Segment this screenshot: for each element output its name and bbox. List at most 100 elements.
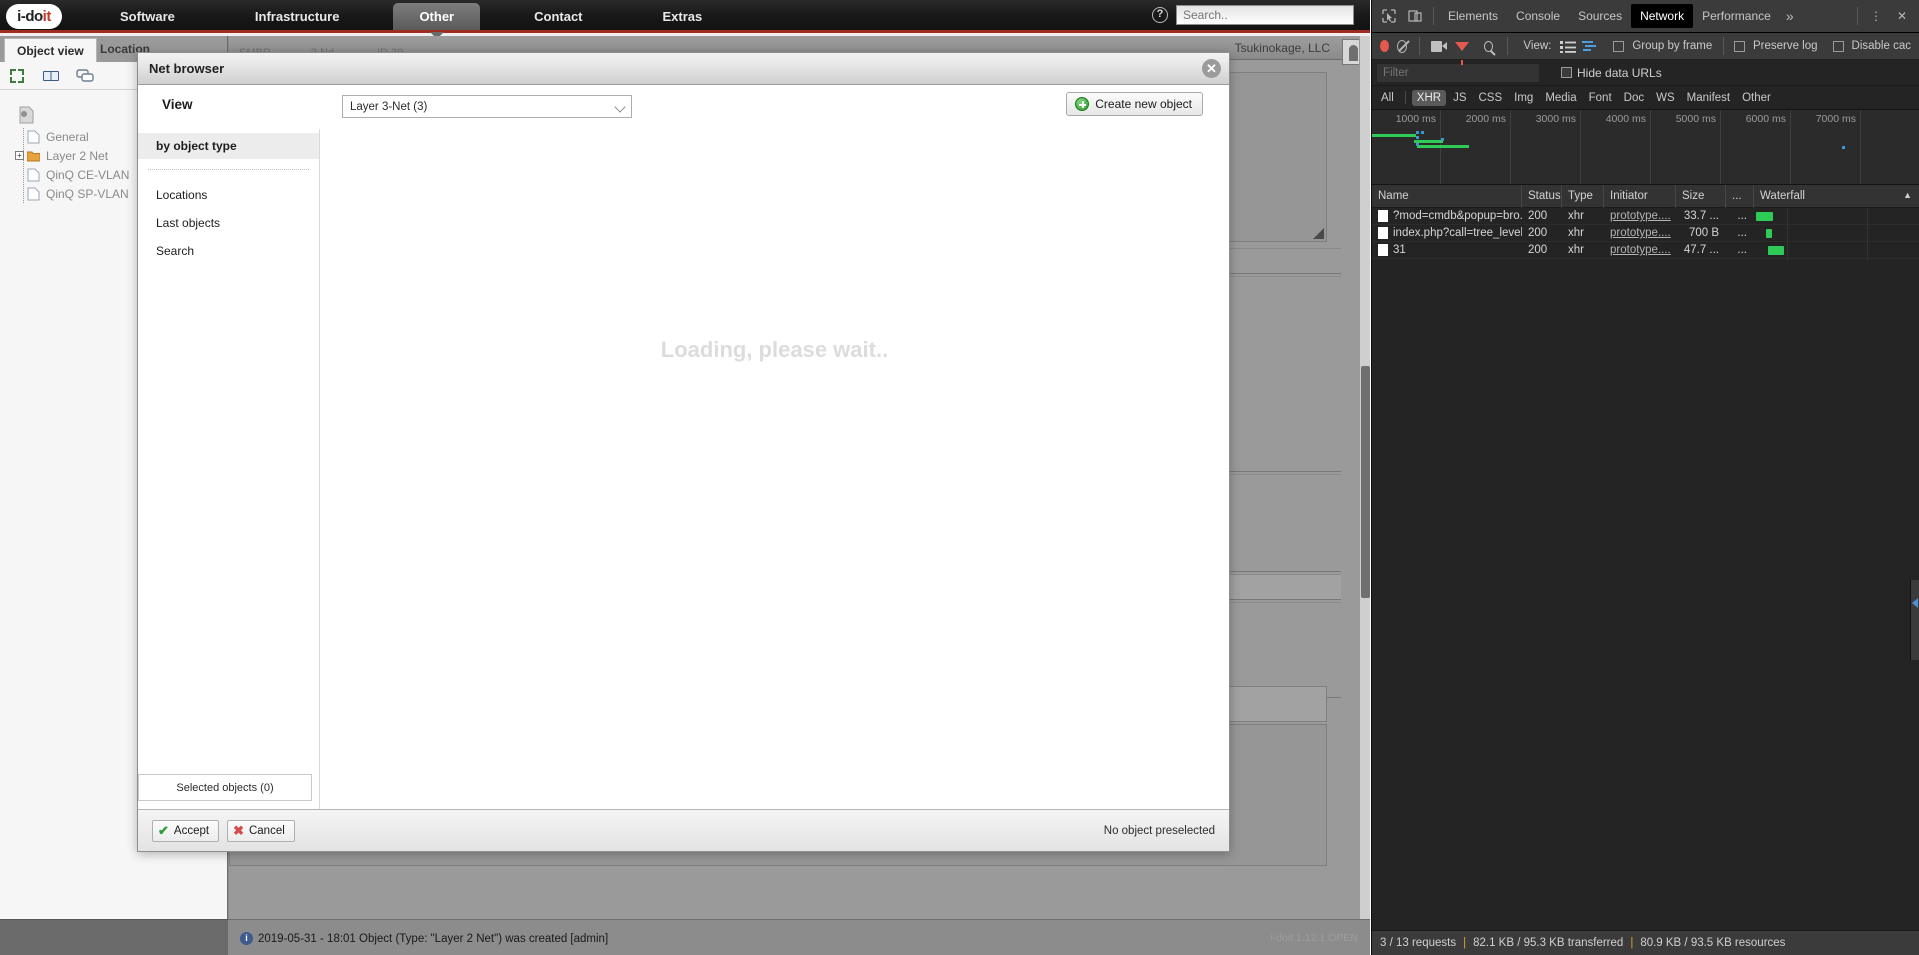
list-view-icon[interactable] xyxy=(1560,40,1577,53)
type-filter-other[interactable]: Other xyxy=(1737,90,1776,106)
type-filter-media[interactable]: Media xyxy=(1540,90,1581,106)
type-filter-img[interactable]: Img xyxy=(1509,90,1538,106)
close-devtools-icon[interactable]: ✕ xyxy=(1889,3,1915,29)
view-label: View: xyxy=(1523,40,1552,52)
nav-item-other[interactable]: Other xyxy=(393,3,481,39)
view-type-select-value: Layer 3-Net (3) xyxy=(350,100,428,113)
tab-performance[interactable]: Performance xyxy=(1693,4,1780,28)
cell-time: ... xyxy=(1737,227,1747,239)
tab-object-view[interactable]: Object view xyxy=(4,38,97,62)
hide-data-urls-checkbox[interactable] xyxy=(1561,67,1572,78)
content-scrollbar[interactable] xyxy=(1359,36,1370,919)
disable-cache-checkbox[interactable] xyxy=(1832,40,1844,52)
filter-icon[interactable] xyxy=(1455,41,1470,65)
type-filter-ws[interactable]: WS xyxy=(1651,90,1680,106)
tab-network[interactable]: Network xyxy=(1631,4,1694,28)
filter-input[interactable] xyxy=(1377,63,1539,82)
table-row[interactable]: ?mod=cmdb&popup=bro... 200 xhr prototype… xyxy=(1372,208,1919,225)
screen: i-do it Software Infrastructure Other Con… xyxy=(0,0,1919,955)
type-filter-font[interactable]: Font xyxy=(1584,90,1617,106)
record-icon[interactable] xyxy=(1380,40,1389,52)
sidebar-item-locations[interactable]: Locations xyxy=(138,182,319,208)
search-input[interactable] xyxy=(1176,5,1354,25)
request-count: 3 / 13 requests xyxy=(1380,937,1457,949)
inspect-element-icon[interactable] xyxy=(1376,3,1402,29)
column-header-initiator[interactable]: Initiator xyxy=(1604,184,1676,208)
sidebar-item-by-object-type[interactable]: by object type xyxy=(138,133,319,159)
type-filter-doc[interactable]: Doc xyxy=(1619,90,1649,106)
cell-status: 200 xyxy=(1528,227,1548,239)
book-icon[interactable] xyxy=(42,67,60,85)
type-filter-xhr[interactable]: XHR xyxy=(1411,89,1447,106)
page-icon xyxy=(27,187,40,201)
toolbar-divider-right xyxy=(1857,7,1858,25)
accept-button-label: Accept xyxy=(173,824,210,837)
view-type-select[interactable]: Layer 3-Net (3) xyxy=(342,95,632,118)
initiator-link[interactable]: prototype.... xyxy=(1610,244,1671,256)
nav-item-contact[interactable]: Contact xyxy=(508,0,608,33)
expand-collapse-icon[interactable] xyxy=(8,67,26,85)
cell-time: ... xyxy=(1737,244,1747,256)
create-new-object-button[interactable]: Create new object xyxy=(1066,92,1203,116)
cell-waterfall xyxy=(1754,208,1919,225)
type-filter-css[interactable]: CSS xyxy=(1473,90,1507,106)
cancel-button[interactable]: ✖ Cancel xyxy=(227,819,295,842)
selected-objects-box[interactable]: Selected objects (0) xyxy=(138,774,312,801)
cell-type: xhr xyxy=(1568,210,1584,222)
type-filter-js[interactable]: JS xyxy=(1448,90,1471,106)
type-filter-manifest[interactable]: Manifest xyxy=(1682,90,1735,106)
kebab-menu-icon[interactable]: ⋮ xyxy=(1863,3,1889,29)
search-icon[interactable] xyxy=(1484,40,1493,52)
view-label: View xyxy=(162,97,193,112)
tab-console[interactable]: Console xyxy=(1507,4,1569,28)
accept-button[interactable]: ✔ Accept xyxy=(152,819,220,842)
cell-initiator[interactable]: prototype.... xyxy=(1604,225,1676,242)
more-tabs-icon[interactable]: » xyxy=(1780,8,1800,24)
cell-initiator[interactable]: prototype.... xyxy=(1604,208,1676,225)
sidebar-item-last-objects[interactable]: Last objects xyxy=(138,210,319,236)
column-header-type[interactable]: Type xyxy=(1562,184,1604,208)
group-by-frame-checkbox[interactable] xyxy=(1613,40,1625,52)
network-overview-timeline[interactable]: 1000 ms 2000 ms 3000 ms 4000 ms 5000 ms … xyxy=(1372,110,1919,185)
nav-item-software[interactable]: Software xyxy=(94,0,201,33)
column-header-waterfall[interactable]: Waterfall ▲ xyxy=(1754,185,1919,208)
clear-icon[interactable] xyxy=(1396,39,1407,53)
controls-divider-3 xyxy=(1723,37,1724,55)
idoit-logo[interactable]: i-do it xyxy=(6,4,62,29)
app-version-label: i-doit 1.12.1 OPEN xyxy=(1270,932,1358,944)
expand-toggle-icon[interactable]: + xyxy=(15,151,24,160)
initiator-link[interactable]: prototype.... xyxy=(1610,227,1671,239)
scrollbar-thumb[interactable] xyxy=(1361,366,1370,598)
tree-root-icon[interactable] xyxy=(18,106,36,124)
sidebar-item-search[interactable]: Search xyxy=(138,238,319,264)
devtools-drawer-handle[interactable] xyxy=(1910,580,1919,660)
column-header-name[interactable]: Name xyxy=(1372,184,1522,208)
nav-item-infrastructure[interactable]: Infrastructure xyxy=(229,0,366,33)
waterfall-bar xyxy=(1766,228,1772,238)
waterfall-view-icon[interactable] xyxy=(1582,40,1598,53)
preserve-log-checkbox[interactable] xyxy=(1733,40,1745,52)
close-icon[interactable]: ✕ xyxy=(1202,59,1221,78)
tab-elements[interactable]: Elements xyxy=(1439,4,1507,28)
table-row[interactable]: index.php?call=tree_level&... 200 xhr pr… xyxy=(1372,225,1919,242)
column-header-time[interactable]: ... xyxy=(1726,184,1754,208)
initiator-link[interactable]: prototype.... xyxy=(1610,210,1671,222)
table-row[interactable]: 31 200 xhr prototype.... 47.7 ... ... xyxy=(1372,242,1919,259)
status-message-text: 2019-05-31 - 18:01 Object (Type: "Layer … xyxy=(258,932,609,945)
capture-screenshots-icon[interactable] xyxy=(1431,40,1447,52)
type-filter-all[interactable]: All xyxy=(1376,90,1399,106)
overview-bar-3 xyxy=(1417,145,1469,148)
question-mark-icon[interactable]: ? xyxy=(1152,7,1168,23)
document-icon xyxy=(1378,227,1388,239)
resize-handle[interactable] xyxy=(1313,228,1324,239)
cell-initiator[interactable]: prototype.... xyxy=(1604,242,1676,259)
column-header-size[interactable]: Size xyxy=(1676,184,1726,208)
cell-type: xhr xyxy=(1568,244,1584,256)
resource-type-filters: All XHR JS CSS Img Media Font Doc WS Man… xyxy=(1372,86,1919,110)
dialog-sidebar: by object type Locations Last objects Se… xyxy=(138,129,320,809)
column-header-status[interactable]: Status xyxy=(1522,184,1562,208)
device-toolbar-icon[interactable] xyxy=(1402,3,1428,29)
tab-sources[interactable]: Sources xyxy=(1569,4,1631,28)
nav-item-extras[interactable]: Extras xyxy=(637,0,729,33)
comments-icon[interactable] xyxy=(76,67,94,85)
